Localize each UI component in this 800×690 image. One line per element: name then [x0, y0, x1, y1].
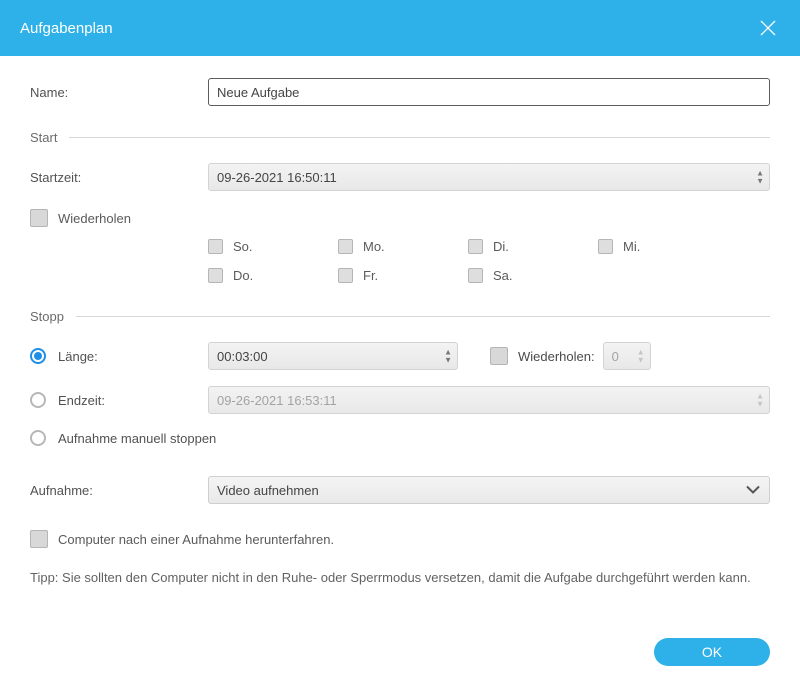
- laenge-input[interactable]: 00:03:00 ▲▼: [208, 342, 458, 370]
- laenge-radio-option[interactable]: Länge:: [30, 348, 208, 364]
- startzeit-row: Startzeit: 09-26-2021 16:50:11 ▲▼: [30, 163, 770, 191]
- close-button[interactable]: [756, 16, 780, 40]
- ok-button[interactable]: OK: [654, 638, 770, 666]
- endzeit-radio-option[interactable]: Endzeit:: [30, 392, 208, 408]
- day-mi[interactable]: Mi.: [598, 239, 728, 254]
- wiederholen-checkbox[interactable]: [490, 347, 508, 365]
- endzeit-value: 09-26-2021 16:53:11: [217, 393, 337, 408]
- dialog-footer: OK: [0, 638, 800, 690]
- day-sa[interactable]: Sa.: [468, 268, 598, 283]
- repeat-label: Wiederholen: [58, 211, 131, 226]
- endzeit-label: Endzeit:: [58, 393, 105, 408]
- repeat-checkbox-row[interactable]: Wiederholen: [30, 209, 208, 227]
- repeat-checkbox[interactable]: [30, 209, 48, 227]
- shutdown-row[interactable]: Computer nach einer Aufnahme herunterfah…: [30, 530, 770, 548]
- shutdown-checkbox[interactable]: [30, 530, 48, 548]
- name-label: Name:: [30, 85, 208, 100]
- chevron-down-icon: [745, 483, 761, 498]
- spin-arrows-icon[interactable]: ▲▼: [637, 349, 645, 364]
- shutdown-label: Computer nach einer Aufnahme herunterfah…: [58, 532, 334, 547]
- start-heading-label: Start: [30, 130, 57, 145]
- task-schedule-dialog: Aufgabenplan Name: Start Startzeit: 09-2…: [0, 0, 800, 690]
- checkbox-sa[interactable]: [468, 268, 483, 283]
- aufnahme-value: Video aufnehmen: [217, 483, 319, 498]
- manual-stop-radio[interactable]: [30, 430, 46, 446]
- repeat-row: Wiederholen: [30, 209, 770, 227]
- aufnahme-select[interactable]: Video aufnehmen: [208, 476, 770, 504]
- laenge-label: Länge:: [58, 349, 98, 364]
- startzeit-label: Startzeit:: [30, 170, 208, 185]
- laenge-radio[interactable]: [30, 348, 46, 364]
- laenge-row: Länge: 00:03:00 ▲▼ Wiederholen: 0 ▲▼: [30, 342, 770, 370]
- checkbox-mi[interactable]: [598, 239, 613, 254]
- tip-text: Tipp: Sie sollten den Computer nicht in …: [30, 568, 770, 588]
- checkbox-so[interactable]: [208, 239, 223, 254]
- spin-arrows-icon[interactable]: ▲▼: [444, 349, 452, 364]
- start-heading: Start: [30, 130, 770, 145]
- divider-line: [76, 316, 770, 317]
- aufnahme-label: Aufnahme:: [30, 483, 208, 498]
- laenge-value: 00:03:00: [217, 349, 268, 364]
- wiederholen-count-input[interactable]: 0 ▲▼: [603, 342, 651, 370]
- close-icon: [759, 19, 777, 37]
- startzeit-value: 09-26-2021 16:50:11: [217, 170, 337, 185]
- wiederholen-value: 0: [612, 349, 619, 364]
- manual-stop-option[interactable]: Aufnahme manuell stoppen: [30, 430, 216, 446]
- stopp-heading: Stopp: [30, 309, 770, 324]
- spin-arrows-icon[interactable]: ▲▼: [756, 170, 764, 185]
- wiederholen-block: Wiederholen: 0 ▲▼: [490, 342, 651, 370]
- spin-arrows-icon[interactable]: ▲▼: [756, 393, 764, 408]
- checkbox-di[interactable]: [468, 239, 483, 254]
- day-do[interactable]: Do.: [208, 268, 338, 283]
- day-so[interactable]: So.: [208, 239, 338, 254]
- checkbox-mo[interactable]: [338, 239, 353, 254]
- day-fr[interactable]: Fr.: [338, 268, 468, 283]
- day-di[interactable]: Di.: [468, 239, 598, 254]
- endzeit-input[interactable]: 09-26-2021 16:53:11 ▲▼: [208, 386, 770, 414]
- window-title: Aufgabenplan: [20, 20, 113, 37]
- aufnahme-row: Aufnahme: Video aufnehmen: [30, 476, 770, 504]
- endzeit-row: Endzeit: 09-26-2021 16:53:11 ▲▼: [30, 386, 770, 414]
- days-grid: So. Mo. Di. Mi. Do. Fr. Sa.: [208, 239, 770, 283]
- checkbox-fr[interactable]: [338, 268, 353, 283]
- manual-stop-label: Aufnahme manuell stoppen: [58, 431, 216, 446]
- startzeit-input[interactable]: 09-26-2021 16:50:11 ▲▼: [208, 163, 770, 191]
- titlebar: Aufgabenplan: [0, 0, 800, 56]
- manual-stop-row: Aufnahme manuell stoppen: [30, 430, 770, 446]
- name-row: Name:: [30, 78, 770, 106]
- wiederholen-label: Wiederholen:: [518, 349, 595, 364]
- checkbox-do[interactable]: [208, 268, 223, 283]
- endzeit-radio[interactable]: [30, 392, 46, 408]
- day-mo[interactable]: Mo.: [338, 239, 468, 254]
- stopp-heading-label: Stopp: [30, 309, 64, 324]
- divider-line: [69, 137, 770, 138]
- name-input[interactable]: [208, 78, 770, 106]
- dialog-body: Name: Start Startzeit: 09-26-2021 16:50:…: [0, 56, 800, 638]
